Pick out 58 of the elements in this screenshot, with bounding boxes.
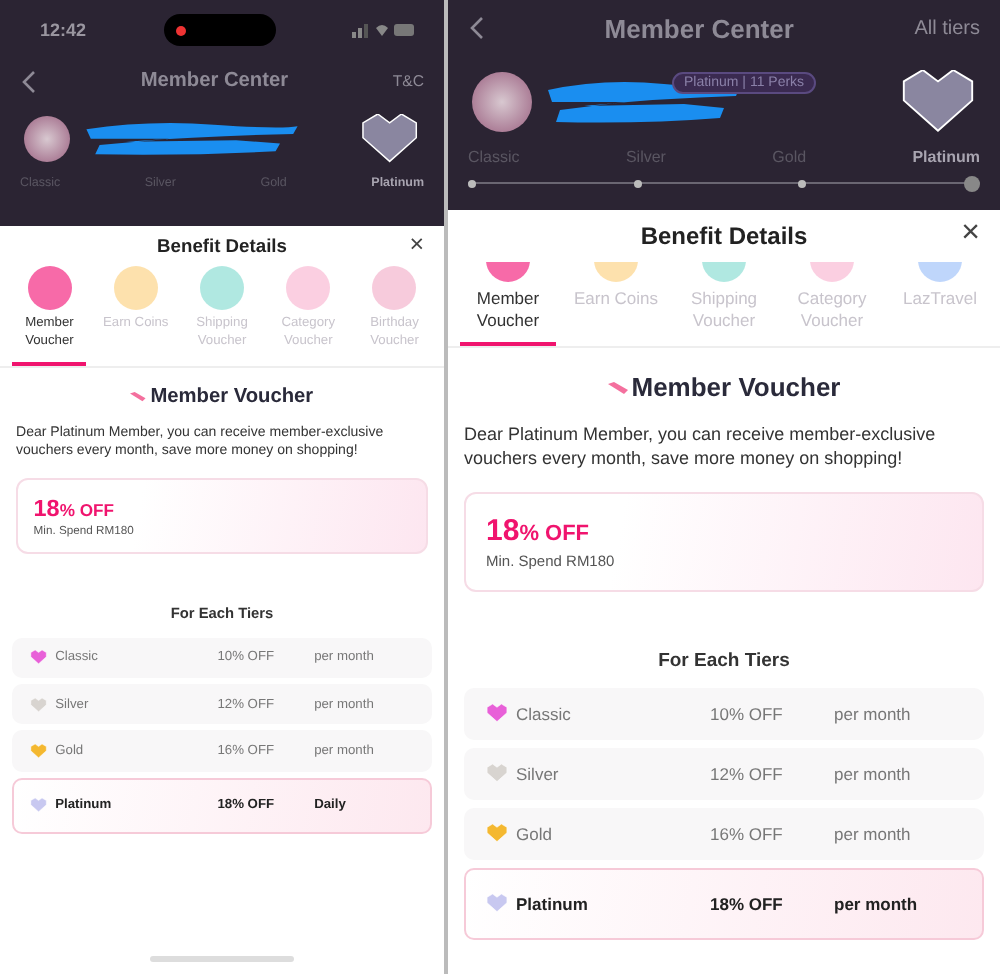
benefit-tab[interactable]: Member Voucher <box>460 262 556 347</box>
period-cell-text: per month <box>834 823 913 844</box>
voucher-unit: % OFF <box>519 521 590 546</box>
heart-gem-icon <box>486 703 508 723</box>
home-indicator <box>150 956 294 962</box>
benefit-tab[interactable]: Category Voucher <box>784 262 880 347</box>
table-title: For Each Tiers <box>658 649 790 672</box>
heart-gem-icon <box>30 697 48 712</box>
benefit-icon <box>200 266 244 311</box>
section-title: Member Voucher <box>631 372 841 403</box>
benefit-icon <box>113 266 158 311</box>
header-link[interactable]: All tiers <box>914 17 980 39</box>
sheet-title: Benefit Details <box>157 236 287 257</box>
period-cell-text: per month <box>834 893 920 914</box>
back-icon[interactable] <box>468 16 484 40</box>
avatar <box>472 72 532 132</box>
avatar <box>24 116 71 163</box>
benefit-icon <box>286 266 331 311</box>
discount-cell-text: 10% OFF <box>710 703 785 724</box>
period-cell-text: per month <box>834 703 913 724</box>
camera-dot-icon <box>175 25 186 35</box>
tier-label[interactable]: Platinum <box>912 148 980 166</box>
ribbon-icon <box>130 392 147 403</box>
benefit-tab[interactable]: Shipping Voucher <box>676 262 772 347</box>
discount-cell-text: 12% OFF <box>710 763 785 784</box>
section-title: Member Voucher <box>150 386 314 409</box>
benefit-tab[interactable]: LazTravel <box>892 262 988 347</box>
sheet-title: Benefit Details <box>640 222 808 250</box>
voucher-amount: 18 <box>33 495 60 522</box>
ribbon-icon <box>607 381 628 394</box>
heart-gem-icon <box>486 893 508 913</box>
benefit-icon <box>27 266 72 311</box>
tier-name: Gold <box>516 823 552 844</box>
discount-cell-text: 16% OFF <box>710 823 785 844</box>
tier-name: Silver <box>516 763 559 784</box>
tier-name: Classic <box>516 703 571 724</box>
heart-gem-icon <box>30 650 48 665</box>
page-title: Member Center <box>140 70 289 93</box>
benefit-tab[interactable]: Earn Coins <box>568 262 664 347</box>
period-cell-text: per month <box>834 763 913 784</box>
status-icons <box>352 22 416 38</box>
discount-cell-text: 18% OFF <box>710 893 785 914</box>
description: Dear Platinum Member, you can receive member-exclusive vouchers every month, save more money on shopping! <box>464 422 938 472</box>
heart-gem-icon <box>30 743 48 759</box>
voucher-amount: 18 <box>486 513 520 548</box>
close-button[interactable]: × <box>957 214 984 253</box>
heart-gem-icon <box>360 114 420 165</box>
heart-gem-icon <box>486 763 508 783</box>
heart-gem-icon <box>30 798 48 813</box>
tier-name: Platinum <box>516 893 588 914</box>
back-icon[interactable] <box>20 69 36 94</box>
close-button[interactable]: × <box>405 230 428 260</box>
status-time: 12:42 <box>40 20 87 40</box>
page-title: Member Center <box>604 13 794 43</box>
benefit-icon <box>372 266 417 311</box>
voucher-unit: % OFF <box>59 499 114 520</box>
heart-gem-icon <box>900 69 976 135</box>
heart-gem-icon <box>486 823 508 843</box>
